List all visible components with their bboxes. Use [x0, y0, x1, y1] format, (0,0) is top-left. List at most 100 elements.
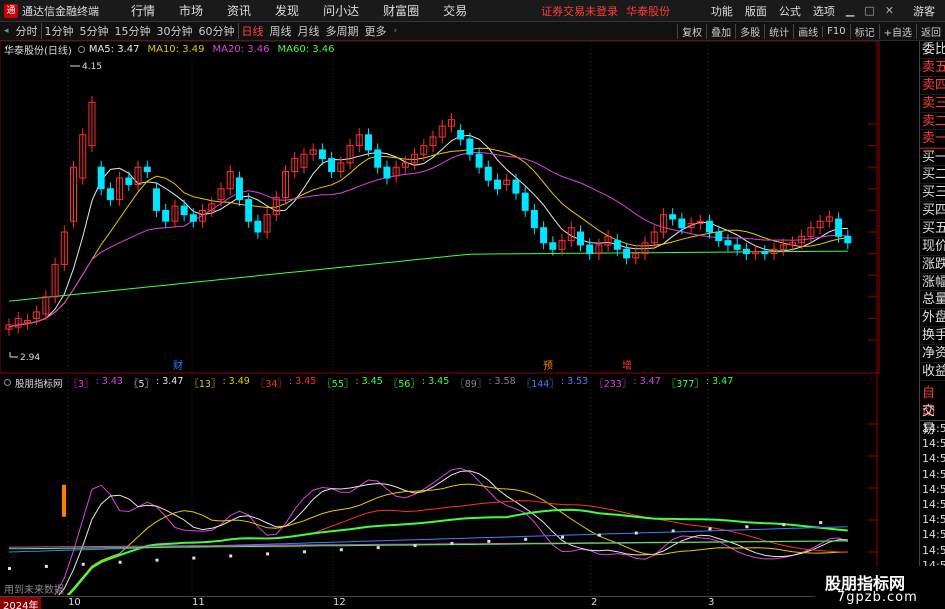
- tick-time: 14:56: [922, 513, 945, 527]
- candle-body: [235, 177, 243, 201]
- guest-user[interactable]: 游客: [913, 3, 935, 19]
- period-toolbar: ◂ 分时 1分钟 5分钟 15分钟 30分钟 60分钟 日线 周线 月线 多周期…: [0, 22, 945, 41]
- duogu-button[interactable]: 多股: [735, 23, 764, 39]
- menu-item-banmian[interactable]: 版面: [739, 3, 773, 19]
- menu-item-caifuquan[interactable]: 财富圈: [371, 2, 431, 19]
- ind-3-line: [35, 467, 848, 609]
- ind-89-dot: [229, 554, 233, 558]
- event-marker[interactable]: 增: [622, 359, 632, 372]
- date-axis: 2024年 10 11 12 2 3: [0, 596, 880, 609]
- event-marker[interactable]: 财: [173, 359, 183, 372]
- candle-body: [180, 205, 188, 216]
- ind-5-line: [32, 470, 848, 609]
- menu-item-jiaoyi[interactable]: 交易: [431, 2, 479, 19]
- menu-item-xuanxiang[interactable]: 选项: [807, 3, 841, 19]
- chart-area[interactable]: 4.003.903.803.703.603.503.403.303.203.10…: [0, 40, 903, 609]
- f10-button[interactable]: F10: [822, 25, 849, 37]
- candle-body: [318, 149, 326, 160]
- menu-item-zixun[interactable]: 资讯: [215, 2, 263, 19]
- watermark-url: 7gpzb.com: [837, 590, 918, 605]
- broker-name[interactable]: 华泰股份: [626, 3, 670, 19]
- stock-name-label[interactable]: 华泰股份(日线): [4, 42, 72, 57]
- trade-login-status[interactable]: 证券交易未登录: [541, 3, 618, 19]
- chevron-right-icon[interactable]: ›: [390, 26, 402, 36]
- candle-body: [530, 209, 538, 229]
- indicator-param-55: 〖55〗: [322, 378, 354, 390]
- quote-row: 净资: [920, 345, 945, 364]
- ind-89-dot: [339, 548, 343, 552]
- period-monthly[interactable]: 月线: [295, 23, 323, 39]
- period-multi[interactable]: 多周期: [323, 23, 362, 39]
- indicator-settings-icon[interactable]: [4, 379, 11, 386]
- indicator-value-377: : 3.47: [705, 375, 734, 387]
- indicator-value-89: : 3.58: [488, 375, 516, 387]
- tongji-button[interactable]: 统计: [764, 23, 793, 39]
- candle-body: [466, 138, 474, 155]
- lower-grid: [868, 423, 877, 585]
- period-more[interactable]: 更多: [362, 23, 390, 39]
- maximize-icon[interactable]: □: [859, 4, 879, 17]
- app-logo-icon: 通: [4, 3, 18, 18]
- indicator-value-34: : 3.45: [288, 375, 317, 387]
- kline-chart[interactable]: 4.003.903.803.703.603.503.403.303.203.10…: [0, 40, 903, 609]
- period-15min[interactable]: 15分钟: [112, 23, 154, 39]
- period-weekly[interactable]: 周线: [267, 23, 295, 39]
- menu-item-wenxiaoda[interactable]: 问小达: [311, 2, 371, 19]
- indicator-param-233: 〖233〗: [594, 378, 632, 390]
- indicator-info-row: 股朋指标网 〖3〗: 3.43 〖5〗: 3.47 〖13〗: 3.49 〖34〗: …: [4, 375, 739, 390]
- biaoji-button[interactable]: 标记: [849, 23, 879, 39]
- ind-89-dot: [524, 537, 528, 541]
- close-icon[interactable]: ✕: [880, 4, 899, 17]
- menu-item-faxian[interactable]: 发现: [263, 2, 311, 19]
- date-label-dec: 12: [333, 597, 346, 608]
- candle-body: [549, 242, 557, 250]
- indicator-lines: [8, 467, 848, 609]
- period-fenshi[interactable]: 分时: [13, 23, 42, 39]
- candle-body: [374, 149, 382, 168]
- candles: [5, 95, 852, 336]
- candle-body: [540, 227, 548, 244]
- ind-89-dot: [8, 567, 11, 570]
- ind-89-dot: [597, 533, 601, 537]
- candle-body: [733, 244, 741, 250]
- quote-sidebar: 委比卖五卖四卖三卖二卖一买一买二买三买四买五现价涨跌涨幅总量外盘换手净资收益: [919, 41, 945, 396]
- menu-item-hangqing[interactable]: 行情: [119, 2, 167, 19]
- huaxian-button[interactable]: 画线: [793, 23, 822, 39]
- date-label-oct: 10: [68, 597, 81, 608]
- candle-body: [724, 240, 732, 246]
- indicator-value-5: : 3.47: [155, 375, 184, 387]
- diejia-button[interactable]: 叠加: [706, 23, 735, 39]
- menu-item-gongneng[interactable]: 功能: [705, 3, 739, 19]
- quote-row: 外盘: [920, 309, 945, 328]
- add-watchlist-button[interactable]: +自选: [878, 23, 916, 39]
- menu-item-gongshi[interactable]: 公式: [773, 3, 807, 19]
- menu-right: 功能 版面 公式 选项 ▁ □ ✕ 游客: [705, 3, 945, 19]
- indicator-name[interactable]: 股朋指标网: [15, 376, 63, 390]
- event-marker[interactable]: 预: [543, 360, 553, 372]
- ind-89-dot: [376, 546, 380, 550]
- settings-circle-icon[interactable]: [77, 46, 85, 53]
- back-button[interactable]: 返回: [916, 23, 945, 39]
- future-data-hint: 用到未来数据: [4, 585, 64, 596]
- fuquan-button[interactable]: 复权: [677, 23, 706, 39]
- indicator-param-3: 〖3〗: [68, 378, 94, 390]
- ind-89-dot: [192, 556, 196, 560]
- period-60min[interactable]: 60分钟: [196, 23, 239, 39]
- period-5min[interactable]: 5分钟: [77, 23, 112, 39]
- ma60-line: [8, 250, 848, 302]
- candle-body: [715, 231, 723, 242]
- ind-89-dot: [44, 564, 48, 568]
- minimize-icon[interactable]: ▁: [841, 4, 859, 17]
- quote-row: 涨跌: [920, 256, 945, 274]
- trade-tab[interactable]: 交易: [920, 403, 945, 437]
- auto-button[interactable]: 自动: [920, 385, 945, 419]
- period-daily[interactable]: 日线: [239, 23, 267, 39]
- ind-89-dot: [81, 562, 85, 566]
- period-30min[interactable]: 30分钟: [154, 23, 196, 39]
- indicator-value-13: : 3.49: [222, 375, 250, 387]
- quote-row: 买三: [920, 184, 945, 203]
- menu-item-shichang[interactable]: 市场: [167, 2, 215, 19]
- tick-time: 14:56: [922, 482, 945, 496]
- toolbar-grip-icon[interactable]: ◂: [0, 26, 13, 36]
- period-1min[interactable]: 1分钟: [42, 23, 77, 39]
